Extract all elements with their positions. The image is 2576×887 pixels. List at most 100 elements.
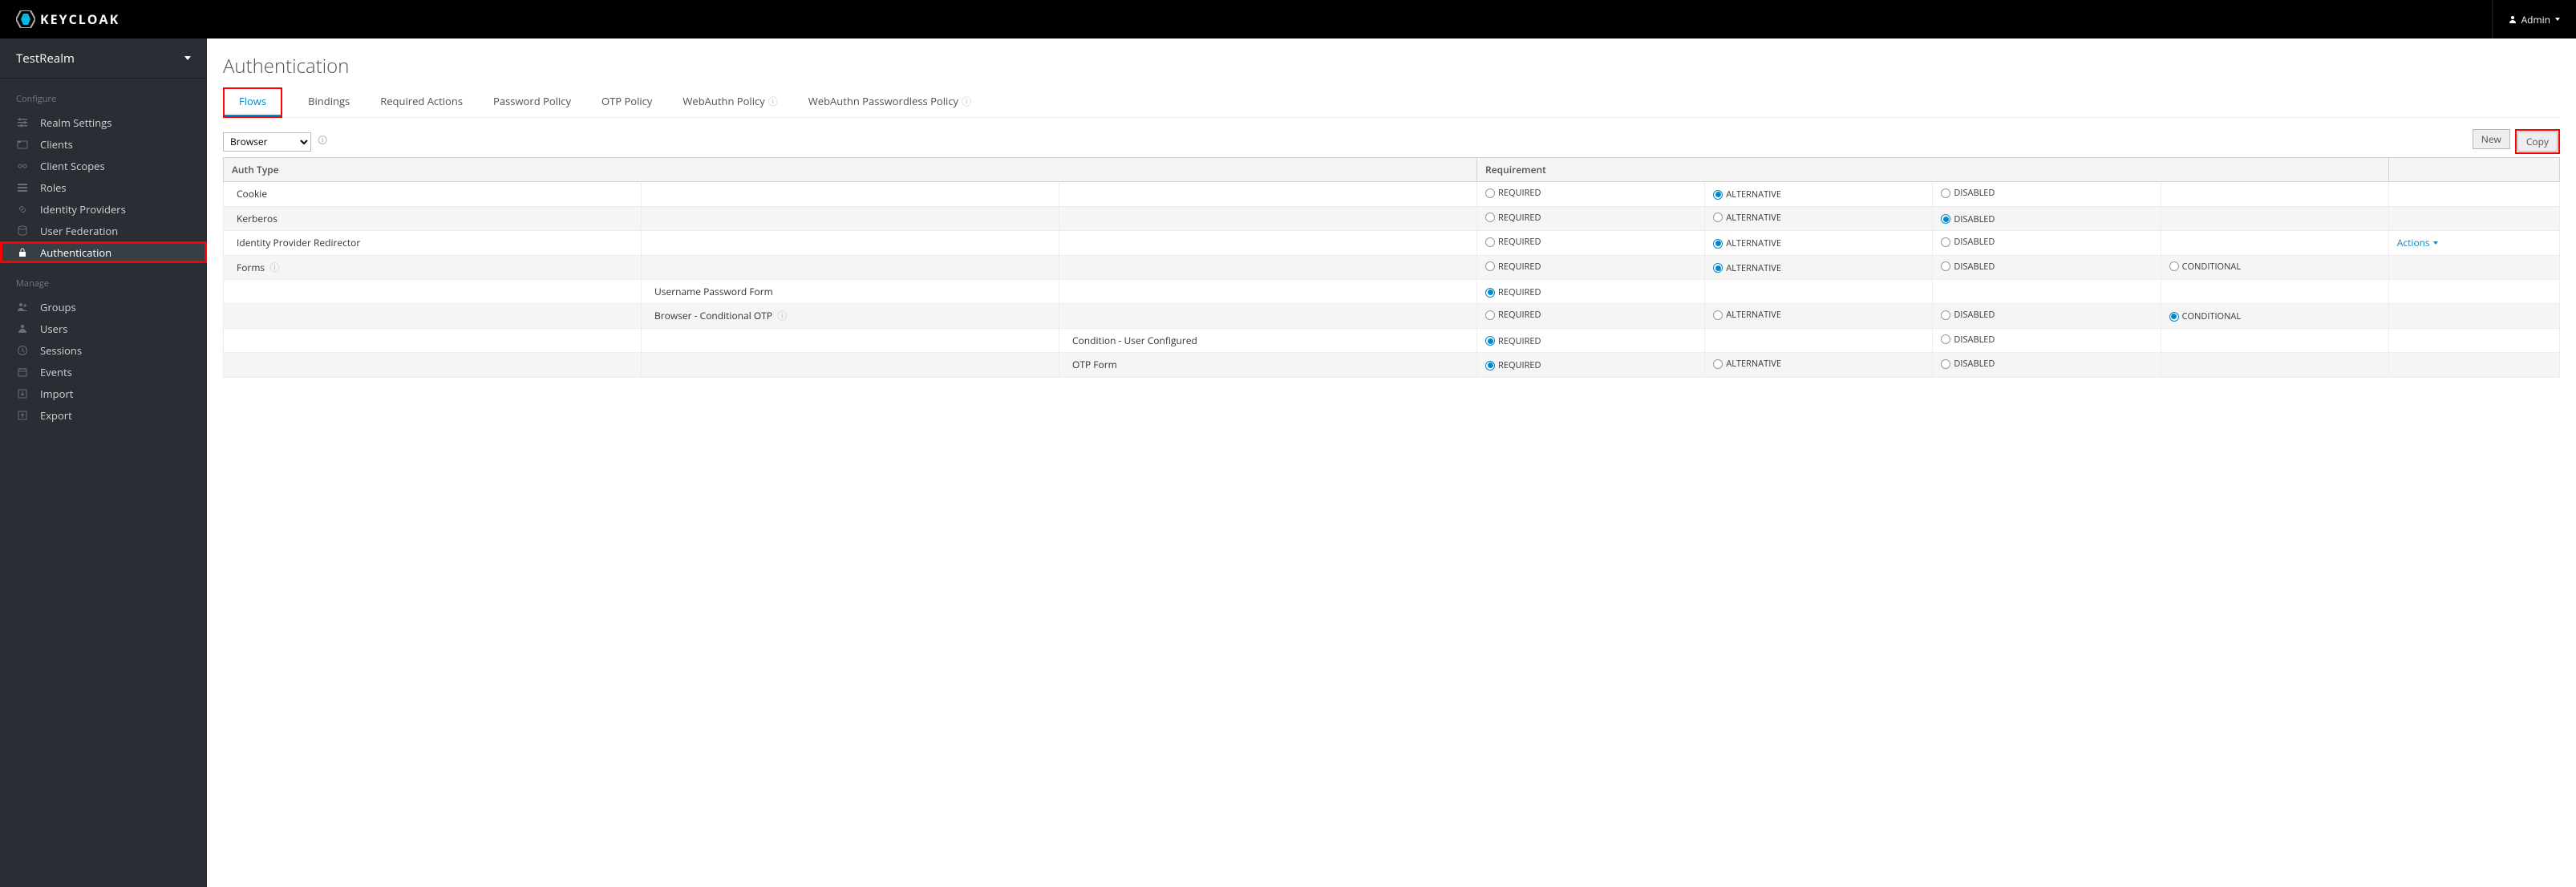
tab-webauthn-passwordless-policy[interactable]: WebAuthn Passwordless Policy ⓘ <box>804 87 976 116</box>
tab-otp-policy[interactable]: OTP Policy <box>597 87 657 116</box>
sidebar-item-groups[interactable]: Groups <box>0 296 207 318</box>
help-icon[interactable]: ⓘ <box>269 261 279 274</box>
tab-label: WebAuthn Policy <box>682 94 764 108</box>
table-row: Browser - Conditional OTP ⓘ REQUIRED ALTER… <box>224 304 2560 329</box>
radio-icon <box>1485 310 1495 320</box>
user-menu[interactable]: Admin <box>2492 0 2560 38</box>
auth-type-label: Condition - User Configured <box>1059 328 1477 353</box>
help-icon[interactable]: ⓘ <box>962 95 971 108</box>
sidebar-item-authentication[interactable]: Authentication <box>0 241 207 263</box>
radio-icon <box>1713 213 1723 222</box>
requirement-radio-alternative[interactable]: ALTERNATIVE <box>1713 262 1781 274</box>
radio-icon <box>1713 239 1723 249</box>
radio-icon <box>1485 237 1495 247</box>
tab-required-actions[interactable]: Required Actions <box>375 87 468 116</box>
flow-select[interactable]: Browser <box>223 132 311 152</box>
tab-webauthn-policy[interactable]: WebAuthn Policy ⓘ <box>678 87 782 116</box>
radio-label: REQUIRED <box>1498 187 1541 199</box>
radio-label: REQUIRED <box>1498 286 1541 298</box>
sidebar-item-import[interactable]: Import <box>0 383 207 404</box>
sidebar-item-label: User Federation <box>40 224 118 238</box>
requirement-radio-alternative[interactable]: ALTERNATIVE <box>1713 237 1781 249</box>
radio-label: ALTERNATIVE <box>1726 358 1781 370</box>
sidebar-item-client-scopes[interactable]: Client Scopes <box>0 155 207 176</box>
auth-type-label: Forms ⓘ <box>224 255 642 280</box>
topbar: KEYCLOAK Admin <box>0 0 2576 38</box>
brand[interactable]: KEYCLOAK <box>16 10 119 28</box>
radio-label: REQUIRED <box>1498 335 1541 347</box>
sidebar-item-events[interactable]: Events <box>0 361 207 383</box>
requirement-radio-conditional[interactable]: CONDITIONAL <box>2169 310 2242 322</box>
requirement-radio-required[interactable]: REQUIRED <box>1485 309 1541 321</box>
sidebar-item-clients[interactable]: Clients <box>0 133 207 155</box>
requirement-radio-disabled[interactable]: DISABLED <box>1941 334 1995 346</box>
row-actions-menu[interactable]: Actions <box>2397 236 2438 249</box>
sidebar-item-label: Export <box>40 408 72 423</box>
help-icon[interactable]: 🛈 <box>318 133 327 150</box>
clock-icon <box>16 345 29 356</box>
requirement-radio-required[interactable]: REQUIRED <box>1485 236 1541 248</box>
requirement-radio-alternative[interactable]: ALTERNATIVE <box>1713 212 1781 224</box>
sidebar-item-identity-providers[interactable]: Identity Providers <box>0 198 207 220</box>
sidebar-item-sessions[interactable]: Sessions <box>0 339 207 361</box>
requirement-radio-disabled[interactable]: DISABLED <box>1941 358 1995 370</box>
radio-icon <box>1941 188 1950 198</box>
help-icon[interactable]: ⓘ <box>777 309 787 322</box>
sidebar-section-header: Manage <box>0 263 207 296</box>
sidebar-item-roles[interactable]: Roles <box>0 176 207 198</box>
requirement-radio-disabled[interactable]: DISABLED <box>1941 261 1995 273</box>
radio-label: DISABLED <box>1954 358 1995 370</box>
radio-label: DISABLED <box>1954 187 1995 199</box>
tab-flows[interactable]: Flows <box>225 89 281 116</box>
radio-icon <box>1941 261 1950 271</box>
logo-icon <box>16 10 35 28</box>
sidebar-item-label: Import <box>40 387 73 401</box>
radio-label: DISABLED <box>1954 236 1995 248</box>
requirement-radio-disabled[interactable]: DISABLED <box>1941 309 1995 321</box>
sidebar-item-label: Events <box>40 365 72 379</box>
new-button[interactable]: New <box>2473 129 2510 149</box>
tab-password-policy[interactable]: Password Policy <box>488 87 576 116</box>
requirement-radio-required[interactable]: REQUIRED <box>1485 359 1541 371</box>
user-icon <box>2509 15 2517 23</box>
requirement-radio-required[interactable]: REQUIRED <box>1485 335 1541 347</box>
radio-icon <box>1713 190 1723 200</box>
realm-selector[interactable]: TestRealm <box>0 38 207 79</box>
auth-type-label: Browser - Conditional OTP ⓘ <box>642 304 1059 329</box>
sidebar-item-label: Realm Settings <box>40 115 111 130</box>
requirement-radio-required[interactable]: REQUIRED <box>1485 212 1541 224</box>
requirement-radio-required[interactable]: REQUIRED <box>1485 261 1541 273</box>
table-row: Identity Provider RedirectorREQUIREDALTE… <box>224 231 2560 256</box>
chevron-down-icon <box>2555 18 2560 21</box>
sidebar-item-label: Users <box>40 322 67 336</box>
requirement-radio-required[interactable]: REQUIRED <box>1485 286 1541 298</box>
requirement-radio-alternative[interactable]: ALTERNATIVE <box>1713 358 1781 370</box>
sidebar-item-users[interactable]: Users <box>0 318 207 339</box>
radio-label: REQUIRED <box>1498 359 1541 371</box>
sidebar-item-user-federation[interactable]: User Federation <box>0 220 207 241</box>
flow-table: Auth Type Requirement CookieREQUIREDALTE… <box>223 157 2560 378</box>
db-icon <box>16 225 29 237</box>
lock-icon <box>16 247 29 258</box>
users-icon <box>16 302 29 313</box>
user-icon <box>16 323 29 334</box>
tab-bindings[interactable]: Bindings <box>303 87 354 116</box>
requirement-radio-disabled[interactable]: DISABLED <box>1941 187 1995 199</box>
requirement-radio-conditional[interactable]: CONDITIONAL <box>2169 261 2242 273</box>
sidebar-item-export[interactable]: Export <box>0 404 207 426</box>
brand-text: KEYCLOAK <box>40 10 119 28</box>
help-icon[interactable]: ⓘ <box>768 95 778 108</box>
sidebar-item-label: Sessions <box>40 343 82 358</box>
requirement-radio-alternative[interactable]: ALTERNATIVE <box>1713 309 1781 321</box>
tab-label: OTP Policy <box>601 94 652 108</box>
sidebar-item-realm-settings[interactable]: Realm Settings <box>0 111 207 133</box>
radio-icon <box>1485 188 1495 198</box>
col-auth-type: Auth Type <box>224 158 1477 182</box>
radio-icon <box>1485 261 1495 271</box>
requirement-radio-disabled[interactable]: DISABLED <box>1941 213 1995 225</box>
copy-button[interactable]: Copy <box>2517 132 2558 152</box>
requirement-radio-disabled[interactable]: DISABLED <box>1941 236 1995 248</box>
requirement-radio-alternative[interactable]: ALTERNATIVE <box>1713 188 1781 200</box>
requirement-radio-required[interactable]: REQUIRED <box>1485 187 1541 199</box>
radio-icon <box>1941 359 1950 369</box>
